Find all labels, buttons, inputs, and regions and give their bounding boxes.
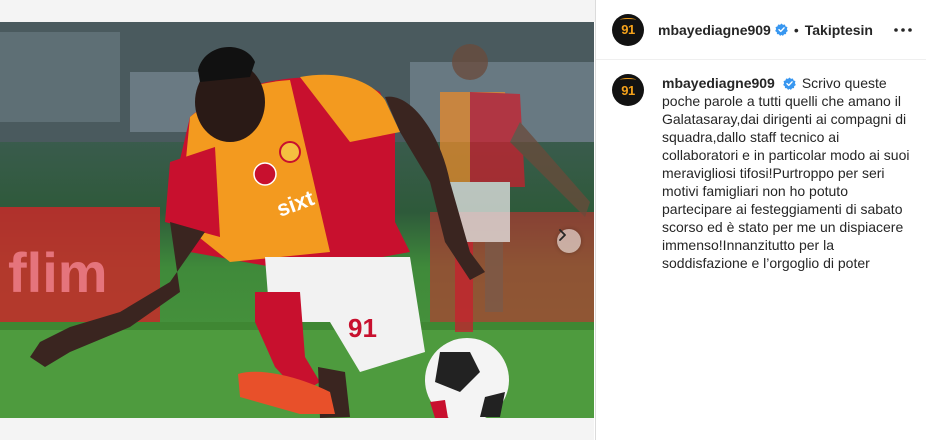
avatar[interactable]: 91 (612, 13, 644, 46)
caption-text: Scrivo queste poche parole a tutti quell… (662, 75, 910, 271)
jersey-number: 91 (348, 313, 377, 343)
avatar-arc-decoration (620, 78, 636, 82)
chevron-right-icon (559, 229, 566, 241)
avatar-arc-decoration (620, 17, 636, 22)
caption-username-link[interactable]: mbayediagne909 (662, 75, 775, 91)
bottom-margin (0, 418, 594, 440)
more-options-icon (894, 27, 912, 32)
username-link[interactable]: mbayediagne909 (658, 22, 771, 38)
caption-avatar[interactable]: 91 (612, 74, 644, 106)
avatar-text: 91 (621, 82, 635, 98)
caption-text-block: mbayediagne909 Scrivo queste poche parol… (662, 74, 910, 272)
post-header: 91 mbayediagne909 • Takiptesin (596, 0, 926, 60)
verified-badge-icon (783, 77, 796, 90)
more-options-button[interactable] (894, 27, 912, 32)
avatar-text: 91 (621, 22, 635, 37)
following-button[interactable]: Takiptesin (805, 22, 873, 38)
separator-dot: • (793, 21, 799, 38)
verified-badge-icon (775, 23, 788, 36)
post-photo[interactable]: flim sixt 91 (0, 22, 594, 418)
carousel-next-button[interactable] (557, 229, 581, 253)
post-side-panel: 91 mbayediagne909 • Takiptesin 91 mbayed… (595, 0, 926, 440)
svg-text:flim: flim (8, 241, 108, 304)
caption-comment: 91 mbayediagne909 Scrivo queste poche pa… (596, 60, 926, 272)
football-player-scene: flim sixt 91 (0, 22, 594, 418)
